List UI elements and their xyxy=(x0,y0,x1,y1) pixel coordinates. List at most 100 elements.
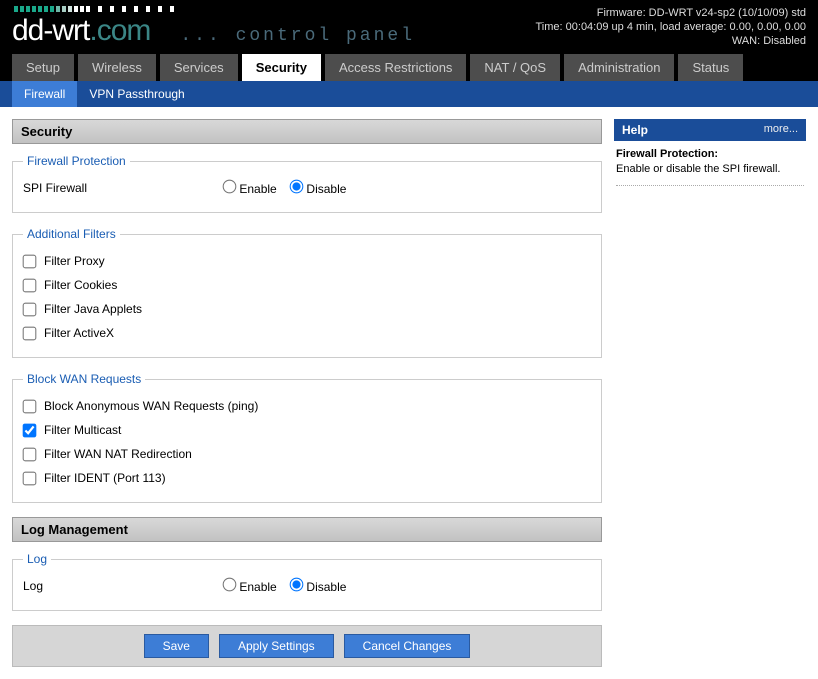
block-wan-label: Filter WAN NAT Redirection xyxy=(44,447,192,461)
logo-bar xyxy=(80,6,84,12)
filter-row: Filter Proxy xyxy=(23,249,591,273)
logo-bars xyxy=(14,6,174,12)
help-header: Help more... xyxy=(614,119,806,141)
block-wan-checkbox[interactable] xyxy=(23,423,37,437)
filter-checkbox[interactable] xyxy=(23,302,37,316)
logo-bar xyxy=(104,6,108,12)
save-button[interactable]: Save xyxy=(144,634,209,658)
logo-bar xyxy=(152,6,156,12)
tab-administration[interactable]: Administration xyxy=(564,54,674,81)
control-panel-label: ... control panel xyxy=(180,26,415,46)
block-wan-label: Filter Multicast xyxy=(44,423,121,437)
tab-security[interactable]: Security xyxy=(242,54,321,81)
fieldset-log: Log Log Enable Disable xyxy=(12,552,602,611)
radio-spi-disable-label[interactable]: Disable xyxy=(290,182,346,196)
radio-spi-enable-label[interactable]: Enable xyxy=(223,182,277,196)
logo-bar xyxy=(146,6,150,12)
logo-bar xyxy=(68,6,72,12)
logo-bar xyxy=(116,6,120,12)
radio-log-enable-label[interactable]: Enable xyxy=(223,580,277,594)
logo-bar xyxy=(38,6,42,12)
button-bar: Save Apply Settings Cancel Changes xyxy=(12,625,602,667)
legend-firewall-protection: Firewall Protection xyxy=(23,154,130,168)
wan-text: WAN: Disabled xyxy=(536,34,807,48)
block-wan-label: Filter IDENT (Port 113) xyxy=(44,471,166,485)
help-divider xyxy=(616,185,804,186)
filter-label: Filter Java Applets xyxy=(44,302,142,316)
help-panel: Help more... Firewall Protection: Enable… xyxy=(614,119,806,667)
logo-bar xyxy=(164,6,168,12)
apply-button[interactable]: Apply Settings xyxy=(219,634,334,658)
fieldset-additional-filters: Additional Filters Filter Proxy Filter Co… xyxy=(12,227,602,358)
block-wan-row: Filter IDENT (Port 113) xyxy=(23,466,591,490)
logo: dd-wrt.com ... control panel xyxy=(12,14,415,48)
logo-bar xyxy=(170,6,174,12)
filter-label: Filter Proxy xyxy=(44,254,105,268)
filter-checkbox[interactable] xyxy=(23,326,37,340)
row-log: Log Enable Disable xyxy=(23,574,591,598)
block-wan-checkbox[interactable] xyxy=(23,471,37,485)
help-more-link[interactable]: more... xyxy=(764,123,798,137)
brand-suffix: .com xyxy=(89,14,150,48)
header-status: Firmware: DD-WRT v24-sp2 (10/10/09) std … xyxy=(536,6,807,48)
sub-tabs: FirewallVPN Passthrough xyxy=(0,81,818,107)
firmware-text: Firmware: DD-WRT v24-sp2 (10/10/09) std xyxy=(536,6,807,20)
logo-bar xyxy=(86,6,90,12)
time-text: Time: 00:04:09 up 4 min, load average: 0… xyxy=(536,20,807,34)
fieldset-firewall-protection: Firewall Protection SPI Firewall Enable … xyxy=(12,154,602,213)
block-wan-row: Filter Multicast xyxy=(23,418,591,442)
radio-log-disable-text: Disable xyxy=(306,580,346,594)
label-spi-firewall: SPI Firewall xyxy=(23,181,223,195)
section-security-header: Security xyxy=(12,119,602,144)
tab-access-restrictions[interactable]: Access Restrictions xyxy=(325,54,466,81)
help-title: Help xyxy=(622,123,648,137)
radio-log-disable[interactable] xyxy=(290,578,304,592)
radio-log-enable-text: Enable xyxy=(239,580,276,594)
logo-bar xyxy=(14,6,18,12)
legend-log: Log xyxy=(23,552,51,566)
subtab-firewall[interactable]: Firewall xyxy=(12,81,77,107)
subtab-vpn-passthrough[interactable]: VPN Passthrough xyxy=(77,81,196,107)
logo-bar xyxy=(128,6,132,12)
logo-bar xyxy=(50,6,54,12)
block-wan-checkbox[interactable] xyxy=(23,399,37,413)
block-wan-checkbox[interactable] xyxy=(23,447,37,461)
main-tabs: SetupWirelessServicesSecurityAccess Rest… xyxy=(0,54,818,81)
filter-checkbox[interactable] xyxy=(23,254,37,268)
cancel-button[interactable]: Cancel Changes xyxy=(344,634,471,658)
help-body: Firewall Protection: Enable or disable t… xyxy=(614,141,806,192)
filter-row: Filter ActiveX xyxy=(23,321,591,345)
logo-bar xyxy=(98,6,102,12)
filter-row: Filter Java Applets xyxy=(23,297,591,321)
radio-spi-enable[interactable] xyxy=(223,180,237,194)
header: dd-wrt.com ... control panel Firmware: D… xyxy=(0,0,818,54)
logo-bar xyxy=(26,6,30,12)
section-log-header: Log Management xyxy=(12,517,602,542)
tab-setup[interactable]: Setup xyxy=(12,54,74,81)
tab-services[interactable]: Services xyxy=(160,54,238,81)
fieldset-block-wan: Block WAN Requests Block Anonymous WAN R… xyxy=(12,372,602,503)
filter-label: Filter ActiveX xyxy=(44,326,114,340)
logo-bar xyxy=(32,6,36,12)
block-wan-row: Block Anonymous WAN Requests (ping) xyxy=(23,394,591,418)
logo-bar xyxy=(20,6,24,12)
filter-row: Filter Cookies xyxy=(23,273,591,297)
legend-block-wan: Block WAN Requests xyxy=(23,372,145,386)
tab-wireless[interactable]: Wireless xyxy=(78,54,156,81)
help-heading: Firewall Protection: xyxy=(616,147,804,162)
radio-spi-enable-text: Enable xyxy=(239,182,276,196)
filter-checkbox[interactable] xyxy=(23,278,37,292)
main-column: Security Firewall Protection SPI Firewal… xyxy=(12,119,602,667)
block-wan-label: Block Anonymous WAN Requests (ping) xyxy=(44,399,258,413)
help-text: Enable or disable the SPI firewall. xyxy=(616,163,780,175)
radio-log-enable[interactable] xyxy=(223,578,237,592)
row-spi-firewall: SPI Firewall Enable Disable xyxy=(23,176,591,200)
tab-status[interactable]: Status xyxy=(678,54,743,81)
logo-bar xyxy=(92,6,96,12)
brand-main: dd-wrt xyxy=(12,14,89,48)
radio-log-disable-label[interactable]: Disable xyxy=(290,580,346,594)
logo-bar xyxy=(110,6,114,12)
radio-spi-disable[interactable] xyxy=(290,180,304,194)
legend-additional-filters: Additional Filters xyxy=(23,227,120,241)
tab-nat-qos[interactable]: NAT / QoS xyxy=(470,54,560,81)
